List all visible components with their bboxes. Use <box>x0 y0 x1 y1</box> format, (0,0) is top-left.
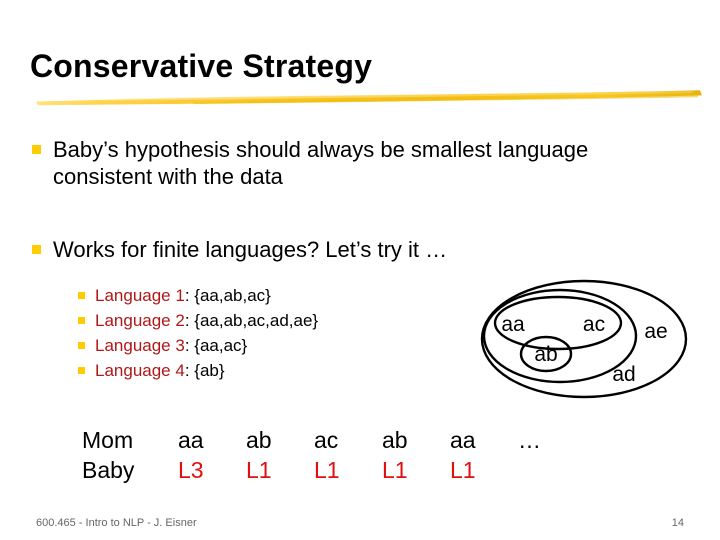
language-3-set: : {aa,ac} <box>184 336 248 355</box>
mom-cell-3: ac <box>314 427 339 453</box>
list-item: Language 3: {aa,ac} <box>78 335 478 360</box>
footer-course-label: 600.465 - Intro to NLP - J. Eisner <box>36 517 197 529</box>
footer-page-number: 14 <box>671 517 684 529</box>
mom-baby-table: Mom aa ab ac ab aa … Baby L3 L1 L1 L1 L1 <box>82 427 642 487</box>
slide-canvas: Conservative Strategy Baby’s hypothesis … <box>0 0 720 540</box>
baby-cell-4: L1 <box>382 457 408 483</box>
list-item: Language 4: {ab} <box>78 360 478 385</box>
bullet-square-icon <box>78 342 85 349</box>
list-item: Language 2: {aa,ab,ac,ad,ae} <box>78 310 478 335</box>
language-entry: Language 4: {ab} <box>95 360 225 382</box>
table-row-baby: Baby L3 L1 L1 L1 L1 <box>82 457 642 487</box>
mom-cell-4: ab <box>382 427 408 453</box>
page-title: Conservative Strategy <box>30 48 373 84</box>
diagram-label-ae: ae <box>644 320 667 343</box>
language-4-name: Language 4 <box>95 361 185 380</box>
language-2-set: : {aa,ab,ac,ad,ae} <box>184 311 319 330</box>
language-1-set: : {aa,ab,ac} <box>184 286 271 305</box>
language-1-name: Language 1 <box>95 286 185 305</box>
list-item: Language 1: {aa,ab,ac} <box>78 285 478 310</box>
language-3-name: Language 3 <box>95 336 185 355</box>
language-entry: Language 2: {aa,ab,ac,ad,ae} <box>95 310 318 332</box>
baby-cell-5: L1 <box>450 457 476 483</box>
diagram-label-ac: ac <box>583 313 605 336</box>
language-list: Language 1: {aa,ab,ac} Language 2: {aa,a… <box>78 285 478 385</box>
bullet-item-1-label: Baby’s hypothesis should always be small… <box>53 137 589 189</box>
baby-cell-3: L1 <box>314 457 340 483</box>
mom-cell-1: aa <box>178 427 204 453</box>
bullet-item-1: Baby’s hypothesis should always be small… <box>32 136 672 190</box>
language-entry: Language 3: {aa,ac} <box>95 335 247 357</box>
bullet-item-2-label: Works for finite languages? Let’s try it… <box>53 237 448 262</box>
baby-cell-2: L1 <box>246 457 272 483</box>
title-block: Conservative Strategy <box>30 47 690 107</box>
table-row-mom: Mom aa ab ac ab aa … <box>82 427 642 457</box>
mom-cell-2: ab <box>246 427 272 453</box>
bullet-item-2: Works for finite languages? Let’s try it… <box>32 236 672 263</box>
bullet-square-icon <box>32 145 41 154</box>
bullet-square-icon <box>78 317 85 324</box>
mom-cell-5: aa <box>450 427 476 453</box>
language-4-set: : {ab} <box>184 361 225 380</box>
nested-set-diagram: aa ac ab ad ae <box>478 276 696 404</box>
bullet-square-icon <box>78 292 85 299</box>
row-header-baby: Baby <box>82 457 135 483</box>
baby-cell-1: L3 <box>178 457 204 483</box>
bullet-square-icon <box>32 245 41 254</box>
diagram-label-aa: aa <box>501 313 525 336</box>
footer: 600.465 - Intro to NLP - J. Eisner 14 <box>36 517 684 529</box>
diagram-label-ad: ad <box>612 363 635 386</box>
diagram-label-ab: ab <box>534 343 557 366</box>
mom-cell-ellipsis: … <box>518 427 541 453</box>
language-entry: Language 1: {aa,ab,ac} <box>95 285 271 307</box>
language-2-name: Language 2 <box>95 311 185 330</box>
bullet-square-icon <box>78 367 85 374</box>
row-header-mom: Mom <box>82 427 134 453</box>
